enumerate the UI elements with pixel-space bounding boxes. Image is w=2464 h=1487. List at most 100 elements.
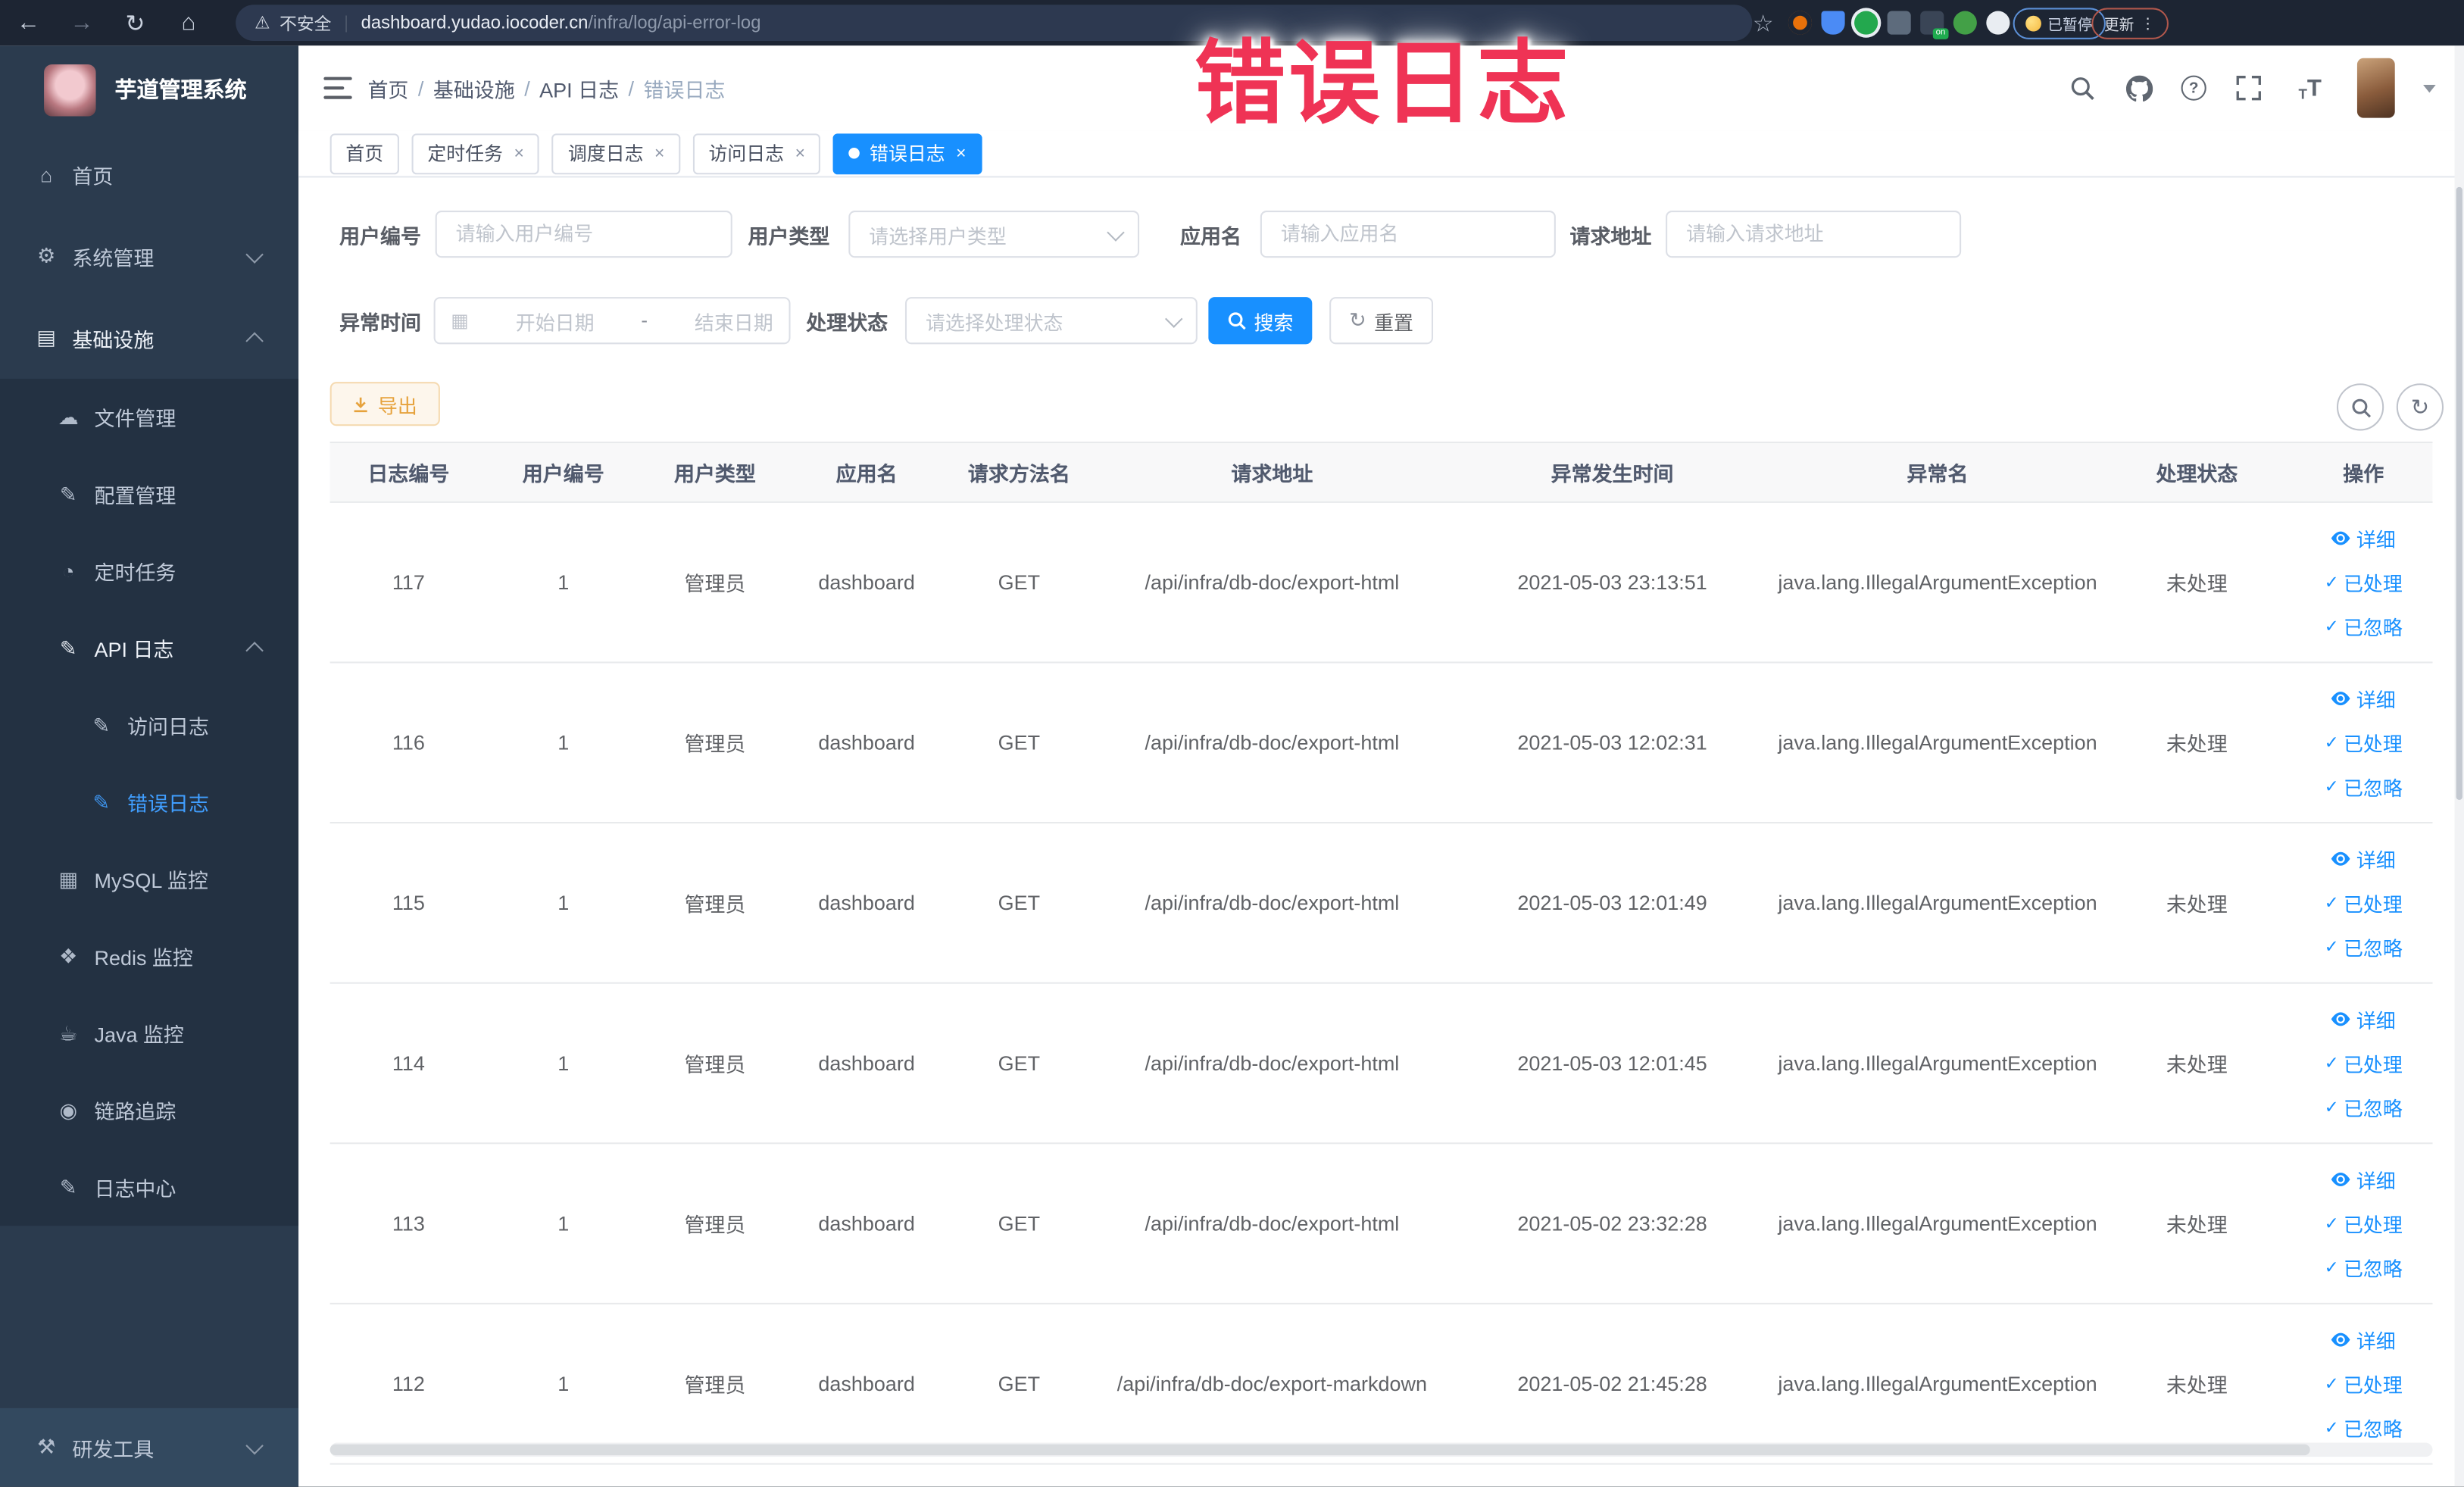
avatar[interactable]: [2356, 58, 2395, 118]
sidebar-item-研发工具[interactable]: ⚒ 研发工具: [0, 1408, 298, 1487]
sidebar-item-label: 错误日志: [127, 792, 209, 816]
detail-link[interactable]: 详细: [2331, 523, 2396, 553]
processed-link[interactable]: ✓ 已处理: [2325, 567, 2403, 597]
date-range-picker[interactable]: ▦ 开始日期 - 结束日期: [433, 297, 791, 345]
breadcrumb-item[interactable]: 基础设施: [433, 73, 515, 102]
detail-link[interactable]: 详细: [2331, 1325, 2396, 1354]
export-button[interactable]: 导出: [329, 382, 440, 426]
gear-icon: ⚙: [37, 243, 56, 267]
sidebar-item-配置管理[interactable]: ✎ 配置管理: [0, 456, 298, 533]
processed-link[interactable]: ✓ 已处理: [2325, 728, 2403, 758]
check-icon: ✓: [2324, 733, 2339, 753]
search-icon[interactable]: [2068, 74, 2096, 102]
action-label: 已忽略: [2343, 1098, 2403, 1121]
sidebar-item-错误日志[interactable]: ✎ 错误日志: [0, 764, 298, 841]
cell-user_id: 1: [557, 1211, 570, 1236]
browser-forward-button[interactable]: →: [60, 0, 104, 45]
breadcrumb-item[interactable]: 首页: [367, 73, 408, 102]
extension-blue-shield[interactable]: [1821, 11, 1845, 35]
tab-close-icon[interactable]: ×: [654, 144, 664, 163]
toggle-search-button[interactable]: [2336, 383, 2384, 431]
detail-link[interactable]: 详细: [2331, 844, 2396, 873]
extension-sprout[interactable]: [1953, 11, 1977, 35]
sidebar-item-定时任务[interactable]: ◔ 定时任务: [0, 533, 298, 610]
ignored-link[interactable]: ✓ 已忽略: [2325, 1252, 2403, 1282]
sidebar-item-MySQL-监控[interactable]: ▦ MySQL 监控: [0, 841, 298, 918]
kebab-menu-icon[interactable]: ⋮: [2141, 15, 2156, 33]
browser-reload-button[interactable]: ↻: [113, 0, 157, 45]
tag-tab-调度日志[interactable]: 调度日志 ×: [552, 133, 681, 174]
process-status-select[interactable]: 请选择处理状态: [904, 297, 1198, 345]
processed-link[interactable]: ✓ 已处理: [2325, 888, 2403, 917]
processed-link[interactable]: ✓ 已处理: [2325, 1369, 2403, 1398]
security-label: 不安全: [280, 14, 332, 34]
tab-close-icon[interactable]: ×: [514, 144, 523, 163]
browser-update-badge[interactable]: 更新 ⋮: [2091, 8, 2168, 39]
detail-link[interactable]: 详细: [2331, 1164, 2396, 1194]
user-type-select[interactable]: 请选择用户类型: [848, 210, 1140, 258]
cell-status: 未处理: [2166, 1052, 2228, 1077]
cell-status: 未处理: [2166, 1213, 2228, 1237]
extension-green-circle[interactable]: [1854, 11, 1878, 35]
search-button[interactable]: 搜索: [1208, 297, 1313, 345]
tab-close-icon[interactable]: ×: [795, 144, 805, 163]
processed-link[interactable]: ✓ 已处理: [2325, 1208, 2403, 1238]
sidebar-item-基础设施[interactable]: ▤ 基础设施: [0, 297, 298, 379]
browser-chrome: ← → ↻ ⌂ ⚠ 不安全 | dashboard.yudao.iocoder.…: [0, 0, 2464, 46]
cell-exception: java.lang.IllegalArgumentException: [1778, 891, 2097, 915]
reset-button[interactable]: ↻ 重置: [1329, 297, 1434, 345]
sidebar-item-Java-监控[interactable]: ☕ Java 监控: [0, 995, 298, 1072]
chevron-down-icon[interactable]: [2423, 83, 2436, 92]
cell-status: 未处理: [2166, 1373, 2228, 1398]
cell-method: GET: [998, 730, 1041, 754]
processed-link[interactable]: ✓ 已处理: [2325, 1048, 2403, 1078]
extension-list[interactable]: on: [1920, 11, 1949, 39]
sidebar-item-文件管理[interactable]: ☁ 文件管理: [0, 379, 298, 456]
breadcrumb-item[interactable]: API 日志: [539, 73, 619, 102]
tag-tab-访问日志[interactable]: 访问日志 ×: [692, 133, 821, 174]
font-size-icon[interactable]: TT: [2291, 74, 2329, 102]
app-logo-row[interactable]: 芋道管理系统: [0, 45, 298, 133]
browser-home-button[interactable]: ⌂: [167, 0, 211, 45]
exception-time-label: 异常时间: [339, 310, 421, 334]
github-icon[interactable]: [2125, 74, 2153, 102]
sidebar-item-API-日志[interactable]: ✎ API 日志: [0, 610, 298, 687]
detail-link[interactable]: 详细: [2331, 683, 2396, 713]
ignored-link[interactable]: ✓ 已忽略: [2325, 932, 2403, 961]
refresh-table-button[interactable]: ↻: [2396, 383, 2444, 431]
ignored-link[interactable]: ✓ 已忽略: [2325, 611, 2403, 641]
fullscreen-icon[interactable]: [2234, 74, 2263, 102]
tag-tab-定时任务[interactable]: 定时任务 ×: [411, 133, 540, 174]
log-icon: ✎: [59, 1174, 77, 1198]
help-icon[interactable]: ?: [2181, 75, 2206, 101]
sidebar-toggle-icon[interactable]: [323, 77, 352, 99]
sidebar-item-访问日志[interactable]: ✎ 访问日志: [0, 687, 298, 764]
tag-tab-首页[interactable]: 首页: [329, 133, 399, 174]
ignored-link[interactable]: ✓ 已忽略: [2325, 1413, 2403, 1442]
app-logo-image: [44, 64, 96, 116]
extension-orange-ring[interactable]: [1788, 11, 1813, 35]
sidebar-item-系统管理[interactable]: ⚙ 系统管理: [0, 215, 298, 297]
cell-app: dashboard: [818, 730, 915, 754]
vertical-scrollbar-thumb[interactable]: [2456, 186, 2462, 800]
export-button-label: 导出: [377, 395, 417, 417]
detail-link[interactable]: 详细: [2331, 1004, 2396, 1034]
request-url-input[interactable]: [1666, 210, 1962, 258]
edit-icon: ✎: [59, 481, 77, 505]
tag-tab-错误日志[interactable]: 错误日志 ×: [833, 133, 982, 174]
address-bar[interactable]: ⚠ 不安全 | dashboard.yudao.iocoder.cn/infra…: [236, 5, 1753, 41]
ignored-link[interactable]: ✓ 已忽略: [2325, 1092, 2403, 1122]
tab-close-icon[interactable]: ×: [956, 144, 966, 163]
extension-puzzle[interactable]: [1986, 11, 2010, 35]
user-id-input[interactable]: [435, 210, 732, 258]
extension-grid[interactable]: [1887, 11, 1911, 35]
horizontal-scrollbar-thumb[interactable]: [329, 1444, 2310, 1456]
sidebar-item-链路追踪[interactable]: ◉ 链路追踪: [0, 1072, 298, 1149]
sidebar-item-日志中心[interactable]: ✎ 日志中心: [0, 1149, 298, 1226]
ignored-link[interactable]: ✓ 已忽略: [2325, 772, 2403, 801]
sidebar-item-Redis-监控[interactable]: ❖ Redis 监控: [0, 918, 298, 995]
browser-back-button[interactable]: ←: [6, 0, 50, 45]
sidebar-item-首页[interactable]: ⌂ 首页: [0, 133, 298, 215]
bookmark-star-icon[interactable]: ☆: [1741, 0, 1785, 45]
app-name-input[interactable]: [1260, 210, 1556, 258]
